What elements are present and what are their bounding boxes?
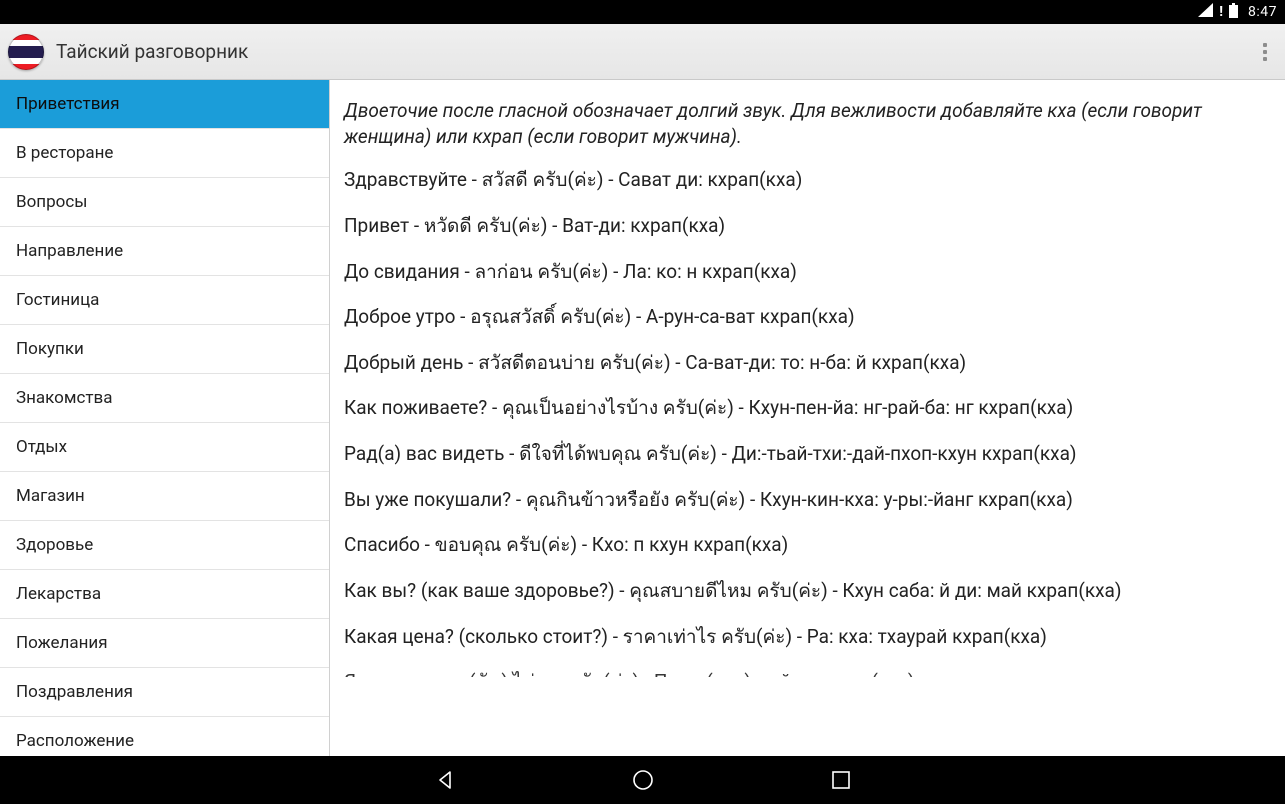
sidebar-item[interactable]: Магазин [0,472,329,521]
sidebar-item[interactable]: Расположение [0,717,329,756]
app-title: Тайский разговорник [56,40,1253,63]
content-pane[interactable]: Двоеточие после гласной обозначает долги… [330,80,1285,756]
home-button[interactable] [629,766,657,794]
phrase-line: Доброе утро - อรุณสวัสดิ์ ครับ(ค่ะ) - А-… [344,304,1265,330]
sidebar-item[interactable]: Направление [0,227,329,276]
back-button[interactable] [431,766,459,794]
sidebar-item[interactable]: Знакомства [0,374,329,423]
thailand-flag-icon [8,34,44,70]
phrase-line: Вы уже покушали? - คุณกินข้าวหรือยัง ครั… [344,487,1265,513]
overflow-menu-icon[interactable] [1253,34,1277,70]
sidebar-item[interactable]: Приветствия [0,80,329,129]
phrase-line: Как поживаете? - คุณเป็นอย่างไรบ้าง ครับ… [344,395,1265,421]
sidebar-item[interactable]: Покупки [0,325,329,374]
sidebar-item[interactable]: Поздравления [0,668,329,717]
status-bar: ! 8:47 [0,0,1285,24]
phrase-line: Я не хочу - ผม (ฉัน) ไม่เอา ครับ(ค่ะ) - … [344,669,1265,677]
phrase-line: До свидания - ลาก่อน ครับ(ค่ะ) - Ла: ко:… [344,259,1265,285]
phrase-line: Привет - หวัดดี ครับ(ค่ะ) - Ват-ди: кхра… [344,213,1265,239]
signal-icon [1198,3,1213,21]
bang-icon: ! [1219,4,1223,20]
phrase-line: Как вы? (как ваше здоровье?) - คุณสบายดี… [344,578,1265,604]
recents-button[interactable] [827,766,855,794]
sidebar-item[interactable]: Лекарства [0,570,329,619]
phrase-line: Рад(а) вас видеть - ดีใจที่ได้พบคุณ ครับ… [344,441,1265,467]
battery-icon [1229,3,1238,22]
clock-text: 8:47 [1248,4,1277,20]
phrase-line: Спасибо - ขอบคุณ ครับ(ค่ะ) - Кхо: п кхун… [344,532,1265,558]
sidebar-item[interactable]: Пожелания [0,619,329,668]
sidebar-item[interactable]: Гостиница [0,276,329,325]
category-sidebar[interactable]: ПриветствияВ ресторанеВопросыНаправление… [0,80,330,756]
sidebar-item[interactable]: Отдых [0,423,329,472]
phrase-line: Добрый день - สวัสดีตอนบ่าย ครับ(ค่ะ) - … [344,350,1265,376]
action-bar: Тайский разговорник [0,24,1285,80]
sidebar-item[interactable]: Здоровье [0,521,329,570]
intro-text: Двоеточие после гласной обозначает долги… [344,98,1265,149]
sidebar-item[interactable]: Вопросы [0,178,329,227]
system-nav-bar [0,756,1285,804]
sidebar-item[interactable]: В ресторане [0,129,329,178]
phrase-line: Здравствуйте - สวัสดี ครับ(ค่ะ) - Сават … [344,167,1265,193]
phrase-line: Какая цена? (сколько стоит?) - ราคาเท่าไ… [344,624,1265,650]
